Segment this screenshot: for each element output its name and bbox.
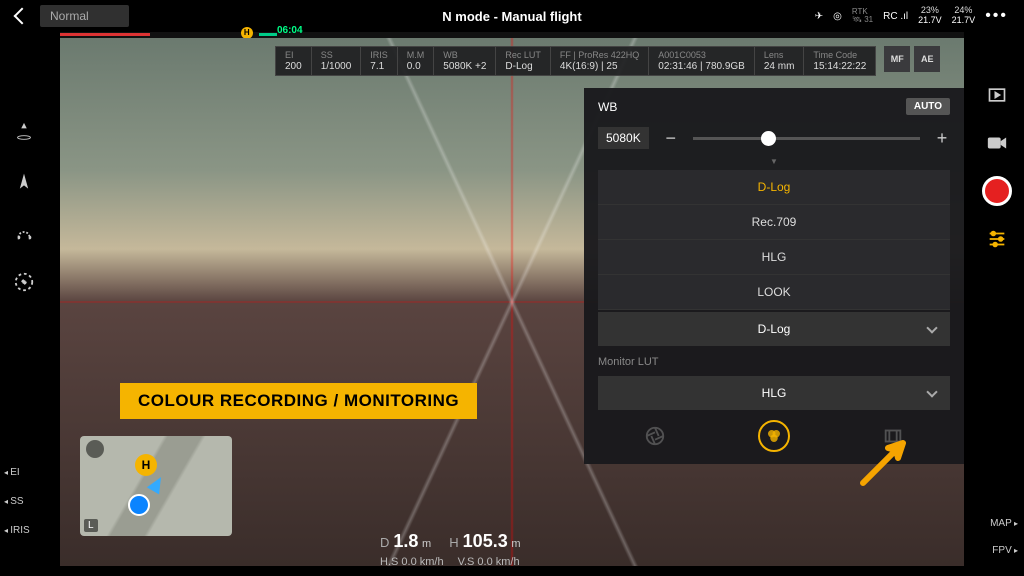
chevron-down-icon <box>926 322 937 333</box>
info-cell[interactable]: WB5080K +2 <box>434 47 496 75</box>
wb-auto-button[interactable]: AUTO <box>906 98 950 115</box>
info-cell[interactable]: M.M0.0 <box>398 47 435 75</box>
lut-option[interactable]: D-Log <box>598 170 950 205</box>
aperture-tab-icon[interactable] <box>644 425 666 447</box>
monitor-lut-label: Monitor LUT <box>598 346 950 374</box>
minimap[interactable]: H L <box>80 436 232 536</box>
param-tab[interactable]: IRIS <box>4 525 30 536</box>
annotation-banner: COLOUR RECORDING / MONITORING <box>120 383 477 419</box>
back-button[interactable] <box>16 10 28 22</box>
view-toggle[interactable]: FPV <box>990 545 1018 556</box>
lut-option[interactable]: Rec.709 <box>598 205 950 240</box>
param-tab[interactable]: EI <box>4 467 30 478</box>
info-cell[interactable]: Rec LUTD-Log <box>496 47 551 75</box>
color-tab-icon[interactable] <box>758 420 790 452</box>
compass-icon <box>86 440 104 458</box>
view-toggles: MAP FPV <box>990 518 1018 556</box>
wb-increment[interactable]: + <box>934 128 950 149</box>
home-point-icon: H <box>135 454 157 476</box>
telemetry: D1.8 m H105.3 m H.S 0.0 km/h V.S 0.0 km/… <box>380 531 521 552</box>
drone-position-icon <box>128 494 150 516</box>
playback-button[interactable] <box>982 80 1012 110</box>
camera-info-strip[interactable]: EI200SS1/1000IRIS7.1M.M0.0WB5080K +2Rec … <box>275 46 876 76</box>
annotation-arrow-icon <box>858 438 908 488</box>
battery-2: 24% 21.7V <box>952 6 976 26</box>
info-cell[interactable]: SS1/1000 <box>312 47 362 75</box>
info-cell[interactable]: A001C005302:31:46 | 780.9GB <box>649 47 755 75</box>
param-tab[interactable]: SS <box>4 496 30 507</box>
info-cell[interactable]: FF | ProRes 422HQ4K(16:9) | 25 <box>551 47 649 75</box>
chevron-down-icon: ▼ <box>598 157 950 166</box>
settings-sliders-icon[interactable] <box>982 224 1012 254</box>
lut-option[interactable]: HLG <box>598 240 950 275</box>
gimbal-icon: ◎ <box>833 11 842 22</box>
record-button[interactable] <box>982 176 1012 206</box>
monitor-lut-select[interactable]: HLG <box>598 376 950 410</box>
flight-mode-pill[interactable]: Normal <box>40 5 129 27</box>
rec-lut-options: D-LogRec.709HLGLOOK <box>598 170 950 310</box>
view-toggle[interactable]: MAP <box>990 518 1018 529</box>
minimap-expand[interactable]: L <box>84 519 98 532</box>
drone-icon: ✈ <box>815 11 823 22</box>
wb-decrement[interactable]: − <box>663 128 679 149</box>
chevron-down-icon <box>926 386 937 397</box>
takeoff-icon[interactable] <box>12 120 36 144</box>
param-tabs: EI SS IRIS <box>4 467 30 536</box>
wb-value: 5080K <box>598 127 649 149</box>
mf-button[interactable]: MF <box>884 46 910 72</box>
info-cell[interactable]: EI200 <box>276 47 312 75</box>
battery-1: 23% 21.7V <box>918 6 942 26</box>
ae-lock-button[interactable]: AE <box>914 46 940 72</box>
page-title: N mode - Manual flight <box>442 9 581 24</box>
status-bar: ✈ ◎ RTK🛰 31 RC .ıl 23% 21.7V 24% 21.7V •… <box>815 6 1008 26</box>
waypoint-icon[interactable] <box>12 220 36 244</box>
info-cell[interactable]: Lens24 mm <box>755 47 805 75</box>
wb-label: WB <box>598 100 617 114</box>
lut-option[interactable]: LOOK <box>598 275 950 310</box>
info-cell[interactable]: IRIS7.1 <box>361 47 398 75</box>
camera-preview[interactable]: EI200SS1/1000IRIS7.1M.M0.0WB5080K +2Rec … <box>60 38 964 566</box>
focus-target-icon[interactable] <box>12 270 36 294</box>
wb-slider[interactable] <box>693 137 920 140</box>
rec-lut-select[interactable]: D-Log <box>598 312 950 346</box>
video-mode-button[interactable] <box>982 128 1012 158</box>
compass-arrow-icon[interactable] <box>12 170 36 194</box>
flight-time: 06:04 <box>277 25 303 36</box>
rc-signal: RC .ıl <box>883 11 908 22</box>
wb-panel: WB AUTO 5080K − + ▼ D-LogRec.709HLGLOOK … <box>584 88 964 464</box>
info-cell[interactable]: Time Code15:14:22:22 <box>804 47 875 75</box>
more-menu[interactable]: ••• <box>985 7 1008 25</box>
